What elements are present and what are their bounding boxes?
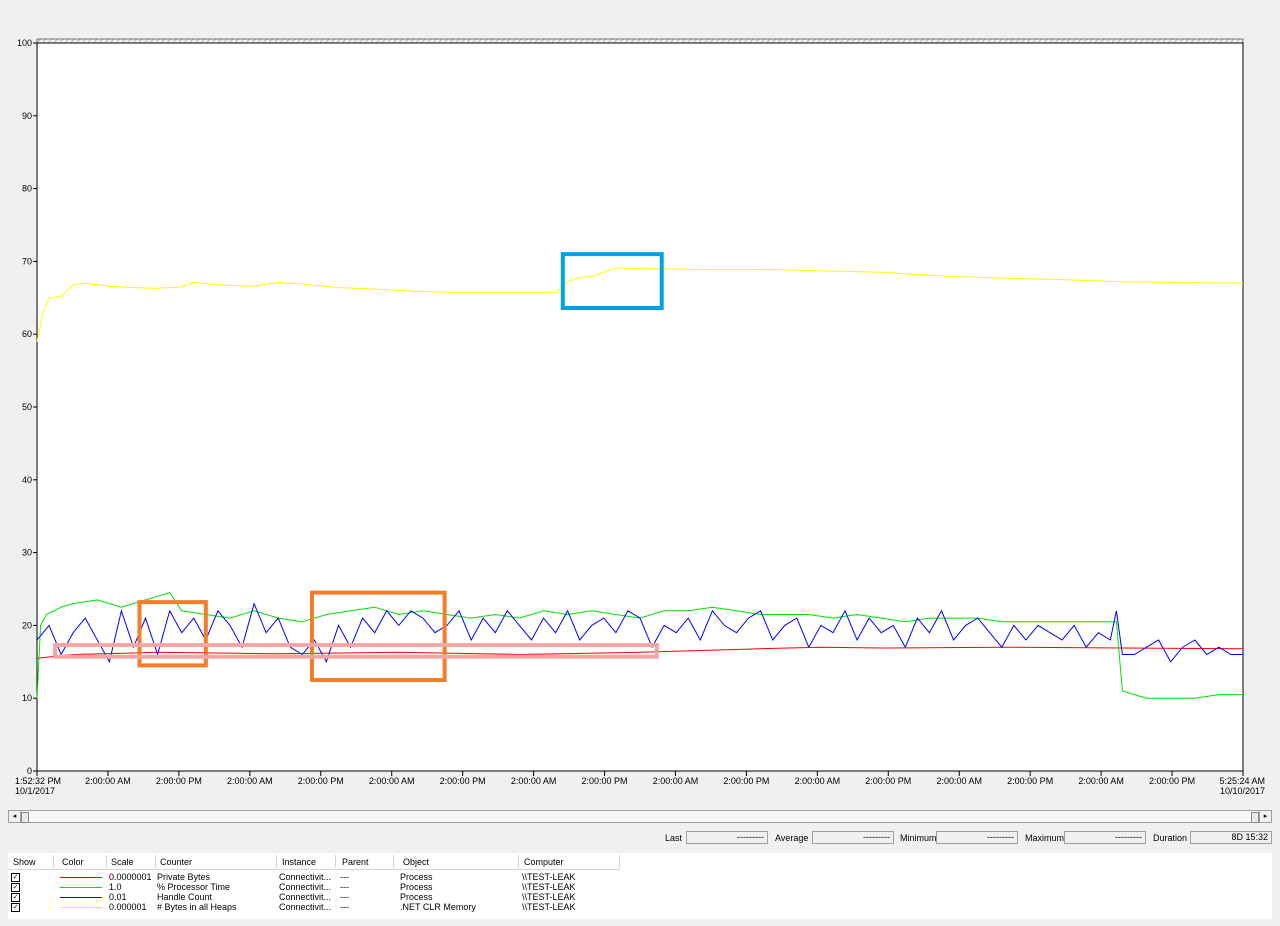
legend-row-handle-count[interactable]: ✓ 0.01 Handle Count Connectivit... --- P… xyxy=(8,892,1272,902)
x-tick-label: 2:00:00 PM xyxy=(156,776,202,786)
show-checkbox[interactable]: ✓ xyxy=(11,893,20,902)
scale-cell: 0.01 xyxy=(109,892,127,902)
x-tick-label: 2:00:00 AM xyxy=(227,776,273,786)
parent-cell: --- xyxy=(340,882,349,892)
scale-cell: 1.0 xyxy=(109,882,122,892)
scroll-end-handle[interactable] xyxy=(1251,812,1259,823)
x-tick-label: 2:00:00 PM xyxy=(723,776,769,786)
object-cell: .NET CLR Memory xyxy=(400,902,476,912)
instance-cell: Connectivit... xyxy=(279,872,332,882)
y-tick-label: 50 xyxy=(22,402,32,412)
y-tick-label: 20 xyxy=(22,620,32,630)
computer-cell: \\TEST-LEAK xyxy=(522,892,576,902)
x-tick-label: 2:00:00 AM xyxy=(369,776,415,786)
scroll-left-arrow-icon[interactable]: ◂ xyxy=(9,811,21,822)
color-swatch xyxy=(60,907,102,908)
maximum-label: Maximum xyxy=(1025,833,1065,843)
instance-cell: Connectivit... xyxy=(279,902,332,912)
scale-cell: 0.000001 xyxy=(109,902,147,912)
minimum-label: Minimum xyxy=(900,833,937,843)
time-scrollbar[interactable]: ◂ ▸ xyxy=(8,810,1272,823)
x-tick-label: 1:52:32 PM xyxy=(15,776,61,786)
x-tick-label: 2:00:00 PM xyxy=(440,776,486,786)
x-tick-label: 2:00:00 PM xyxy=(1149,776,1195,786)
scroll-start-handle[interactable] xyxy=(21,812,29,823)
computer-cell: \\TEST-LEAK xyxy=(522,882,576,892)
average-label: Average xyxy=(775,833,809,843)
y-tick-label: 70 xyxy=(22,256,32,266)
x-tick-label: 2:00:00 PM xyxy=(582,776,628,786)
y-tick-label: 100 xyxy=(17,38,32,48)
legend-row-processor-time[interactable]: ✓ 1.0 % Processor Time Connectivit... --… xyxy=(8,882,1272,892)
x-tick-date-label: 10/10/2017 xyxy=(1220,786,1265,796)
y-tick-label: 80 xyxy=(22,184,32,194)
legend-row-private-bytes[interactable]: ✓ 0.0000001 Private Bytes Connectivit...… xyxy=(8,872,1272,882)
parent-cell: --- xyxy=(340,902,349,912)
y-tick-label: 40 xyxy=(22,475,32,485)
object-cell: Process xyxy=(400,892,433,902)
x-tick-label: 2:00:00 PM xyxy=(298,776,344,786)
scale-cell: 0.0000001 xyxy=(109,872,152,882)
color-swatch xyxy=(60,897,102,898)
show-checkbox[interactable]: ✓ xyxy=(11,883,20,892)
x-tick-label: 2:00:00 PM xyxy=(865,776,911,786)
object-cell: Process xyxy=(400,882,433,892)
header-scale[interactable]: Scale xyxy=(111,857,134,867)
last-label: Last xyxy=(665,833,683,843)
object-cell: Process xyxy=(400,872,433,882)
y-tick-label: 0 xyxy=(27,766,32,776)
header-object[interactable]: Object xyxy=(403,857,429,867)
counter-legend: Show Color Scale Counter Instance Parent… xyxy=(8,853,1272,919)
parent-cell: --- xyxy=(340,892,349,902)
scroll-right-arrow-icon[interactable]: ▸ xyxy=(1259,811,1271,822)
x-tick-label: 2:00:00 AM xyxy=(511,776,557,786)
y-tick-label: 10 xyxy=(22,693,32,703)
plot-area xyxy=(36,42,1244,772)
duration-label: Duration xyxy=(1153,833,1188,843)
x-tick-label: 2:00:00 AM xyxy=(795,776,841,786)
header-show[interactable]: Show xyxy=(13,857,36,867)
parent-cell: --- xyxy=(340,872,349,882)
x-tick-label: 2:00:00 AM xyxy=(653,776,699,786)
header-instance[interactable]: Instance xyxy=(282,857,316,867)
color-swatch xyxy=(60,877,102,878)
counter-cell: # Bytes in all Heaps xyxy=(157,902,237,912)
computer-cell: \\TEST-LEAK xyxy=(522,872,576,882)
line-chart[interactable]: 10090807060504030201001:52:32 PM10/1/201… xyxy=(0,0,1280,806)
graph-panel: 100 90 80 70 60 50 40 30 20 10 0 1:52:32 PM 10/1/201… xyxy=(0,0,1280,806)
instance-cell: Connectivit... xyxy=(279,892,332,902)
y-tick-label: 30 xyxy=(22,548,32,558)
x-tick-label: 2:00:00 PM xyxy=(1007,776,1053,786)
top-hatch-band xyxy=(36,38,1244,44)
y-tick-label: 90 xyxy=(22,111,32,121)
computer-cell: \\TEST-LEAK xyxy=(522,902,576,912)
x-tick-label: 2:00:00 AM xyxy=(936,776,982,786)
maximum-value: --------- xyxy=(1064,831,1146,844)
last-value: --------- xyxy=(686,831,768,844)
counter-cell: Private Bytes xyxy=(157,872,211,882)
header-parent[interactable]: Parent xyxy=(342,857,369,867)
minimum-value: --------- xyxy=(936,831,1018,844)
average-value: --------- xyxy=(812,831,894,844)
show-checkbox[interactable]: ✓ xyxy=(11,903,20,912)
x-tick-label: 5:25:24 AM xyxy=(1219,776,1265,786)
legend-row-bytes-in-all-heaps[interactable]: ✓ 0.000001 # Bytes in all Heaps Connecti… xyxy=(8,902,1272,912)
x-tick-date-label: 10/1/2017 xyxy=(15,786,55,796)
counter-cell: Handle Count xyxy=(157,892,213,902)
value-bar: Last --------- Average --------- Minimum… xyxy=(0,831,1280,846)
x-tick-label: 2:00:00 AM xyxy=(85,776,131,786)
counter-cell: % Processor Time xyxy=(157,882,231,892)
header-counter[interactable]: Counter xyxy=(160,857,192,867)
duration-value: 8D 15:32 xyxy=(1190,831,1272,844)
x-tick-label: 2:00:00 AM xyxy=(1078,776,1124,786)
color-swatch xyxy=(60,887,102,888)
header-color[interactable]: Color xyxy=(62,857,84,867)
instance-cell: Connectivit... xyxy=(279,882,332,892)
header-computer[interactable]: Computer xyxy=(524,857,564,867)
show-checkbox[interactable]: ✓ xyxy=(11,873,20,882)
y-tick-label: 60 xyxy=(22,329,32,339)
